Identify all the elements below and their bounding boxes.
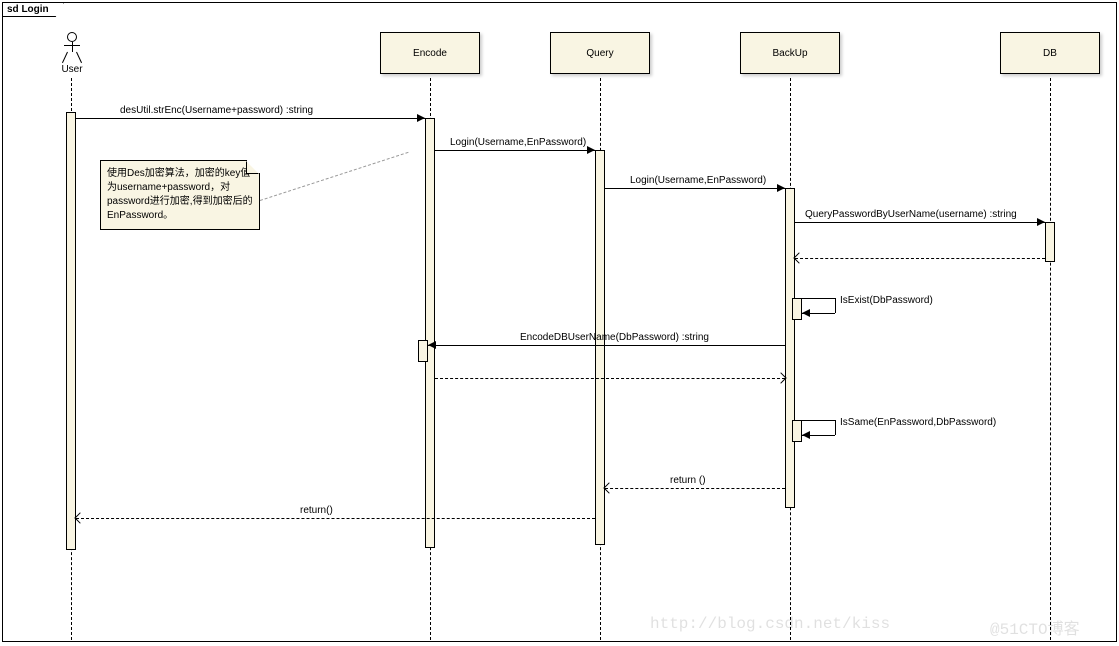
msg6-line bbox=[428, 345, 785, 346]
msg9-line bbox=[76, 518, 595, 519]
activation-encode-dbusername bbox=[418, 340, 428, 362]
activation-backup-issame bbox=[792, 420, 802, 442]
msg6-arrow bbox=[428, 341, 436, 349]
actor-user: User bbox=[60, 32, 84, 75]
msg9-label: return() bbox=[300, 505, 333, 516]
lifeline-query-label: Query bbox=[586, 48, 613, 59]
lifeline-db-line bbox=[1050, 78, 1051, 640]
msg1-line bbox=[76, 118, 425, 119]
msg7-line-top bbox=[795, 420, 835, 421]
activation-backup-isexist bbox=[792, 298, 802, 320]
msg2-label: Login(Username,EnPassword) bbox=[450, 137, 586, 148]
lifeline-backup-label: BackUp bbox=[772, 48, 807, 59]
msg4-arrow bbox=[1037, 218, 1045, 226]
sequence-diagram-frame: sd Login bbox=[2, 2, 1117, 642]
lifeline-db: DB bbox=[1000, 32, 1100, 74]
msg5-label: IsExist(DbPassword) bbox=[840, 295, 933, 306]
activation-db bbox=[1045, 222, 1055, 262]
msg4-label: QueryPasswordByUserName(username) :strin… bbox=[805, 209, 1017, 220]
lifeline-backup: BackUp bbox=[740, 32, 840, 74]
msg7-line-v bbox=[835, 420, 836, 435]
msg2-arrow bbox=[587, 146, 595, 154]
msg3-arrow bbox=[777, 184, 785, 192]
msg7-label: IsSame(EnPassword,DbPassword) bbox=[840, 417, 996, 428]
note-des-encryption: 使用Des加密算法，加密的key值为username+password，对pas… bbox=[100, 160, 260, 230]
msg1-label: desUtil.strEnc(Username+password) :strin… bbox=[120, 105, 313, 116]
actor-user-label: User bbox=[60, 64, 84, 75]
lifeline-encode-label: Encode bbox=[413, 48, 447, 59]
activation-user bbox=[66, 112, 76, 550]
activation-encode bbox=[425, 118, 435, 548]
msg8-label: return () bbox=[670, 475, 706, 486]
note-text: 使用Des加密算法，加密的key值为username+password，对pas… bbox=[107, 168, 253, 221]
msg4-return-line bbox=[795, 258, 1045, 259]
msg3-label: Login(Username,EnPassword) bbox=[630, 175, 766, 186]
msg7-arrow bbox=[802, 431, 810, 439]
msg5-arrow bbox=[802, 309, 810, 317]
msg5-line-v bbox=[835, 298, 836, 313]
msg8-line bbox=[605, 488, 785, 489]
msg6-label: EncodeDBUserName(DbPassword) :string bbox=[520, 332, 709, 343]
frame-label: sd Login bbox=[3, 3, 64, 17]
watermark-51cto: @51CTO博客 bbox=[990, 615, 1080, 639]
activation-query bbox=[595, 150, 605, 545]
msg6-return-line bbox=[435, 378, 785, 379]
watermark-csdn: http://blog.csdn.net/kiss bbox=[650, 615, 890, 633]
msg5-line-top bbox=[795, 298, 835, 299]
msg3-line bbox=[605, 188, 785, 189]
msg1-arrow bbox=[417, 114, 425, 122]
activation-backup bbox=[785, 188, 795, 508]
msg2-line bbox=[435, 150, 595, 151]
lifeline-encode: Encode bbox=[380, 32, 480, 74]
msg4-line bbox=[795, 222, 1045, 223]
lifeline-db-label: DB bbox=[1043, 48, 1057, 59]
lifeline-query: Query bbox=[550, 32, 650, 74]
